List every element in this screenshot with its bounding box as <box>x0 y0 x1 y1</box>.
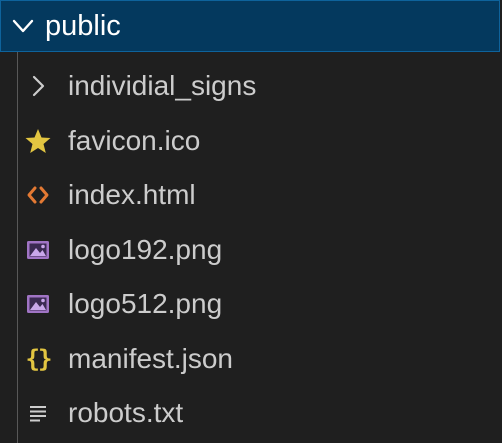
tree-item-robots-txt[interactable]: robots.txt <box>0 386 502 441</box>
file-tree: individial_signs favicon.ico index.html <box>0 59 502 441</box>
image-file-icon <box>24 290 52 318</box>
tree-item-label: logo192.png <box>68 233 223 265</box>
tree-item-label: individial_signs <box>68 70 257 102</box>
star-icon <box>24 127 52 155</box>
folder-row-public[interactable]: public <box>0 0 500 52</box>
file-explorer: public individial_signs favicon.ico inde… <box>0 0 502 443</box>
html-code-icon <box>24 181 52 209</box>
tree-item-label: favicon.ico <box>68 124 201 156</box>
tree-item-logo512[interactable]: logo512.png <box>0 277 502 332</box>
tree-item-label: robots.txt <box>68 397 184 429</box>
tree-item-label: index.html <box>68 179 196 211</box>
chevron-down-icon[interactable] <box>9 12 37 40</box>
tree-item-label: logo512.png <box>68 288 223 320</box>
image-file-icon <box>24 236 52 264</box>
tree-item-index-html[interactable]: index.html <box>0 168 502 223</box>
chevron-right-icon[interactable] <box>24 72 52 100</box>
tree-item-logo192[interactable]: logo192.png <box>0 223 502 278</box>
json-braces-icon: {} <box>25 344 53 373</box>
folder-label: public <box>45 9 121 42</box>
tree-item-manifest-json[interactable]: {} manifest.json <box>0 332 502 387</box>
text-lines-icon <box>24 399 52 427</box>
tree-item-individial-signs[interactable]: individial_signs <box>0 59 502 114</box>
tree-item-favicon[interactable]: favicon.ico <box>0 114 502 169</box>
tree-item-label: manifest.json <box>68 342 233 374</box>
